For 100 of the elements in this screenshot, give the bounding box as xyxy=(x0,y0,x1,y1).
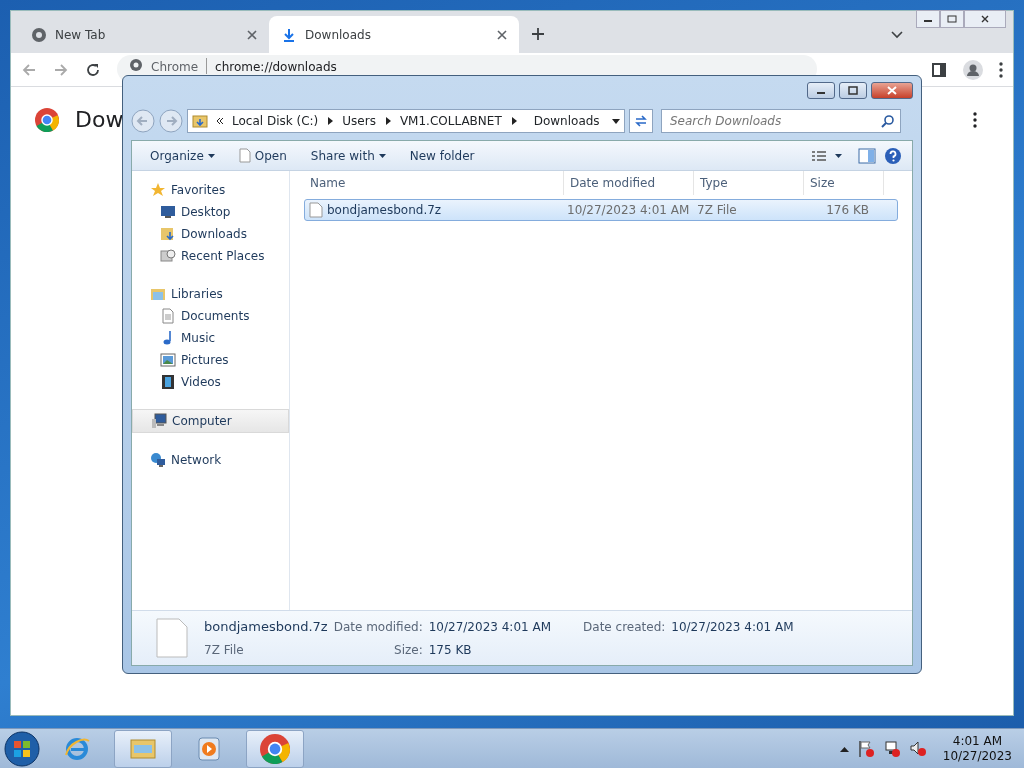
folder-icon xyxy=(192,114,208,128)
nav-item[interactable]: Videos xyxy=(132,371,289,393)
search-field[interactable]: Search Downloads xyxy=(661,109,901,133)
show-hidden-icons-icon[interactable] xyxy=(839,745,849,752)
side-panel-icon[interactable] xyxy=(931,61,947,78)
breadcrumb-link[interactable]: Local Disk (C:) xyxy=(232,112,319,130)
file-row[interactable]: bondjamesbond.7z 10/27/2023 4:01 AM 7Z File 176 KB xyxy=(304,199,898,221)
minimize-button[interactable] xyxy=(807,82,835,99)
file-type: 7Z File xyxy=(204,641,245,659)
refresh-button[interactable] xyxy=(629,109,653,133)
close-icon xyxy=(980,15,990,23)
refresh-icon xyxy=(634,114,648,128)
caret-icon xyxy=(207,153,215,158)
file-icon xyxy=(156,618,188,658)
film-icon xyxy=(160,374,176,390)
file-name: bondjamesbond.7z xyxy=(204,618,328,637)
toolbar-button[interactable]: Organize xyxy=(142,144,223,167)
breadcrumb-link[interactable]: VM1.COLLABNET xyxy=(399,112,502,130)
chrome-logo-icon xyxy=(35,107,59,132)
close-button[interactable] xyxy=(964,10,1006,28)
column-header[interactable]: Type xyxy=(694,171,804,195)
close-icon xyxy=(886,86,898,95)
file-type: 7Z File xyxy=(696,202,738,219)
nav-item[interactable]: Network xyxy=(132,449,289,471)
detail-label: Size: xyxy=(393,641,423,659)
search-icon xyxy=(881,114,895,128)
profile-icon[interactable] xyxy=(963,59,983,80)
browser-tab[interactable]: New Tab xyxy=(19,16,269,53)
network-icon xyxy=(150,452,166,468)
chrome-icon xyxy=(31,26,47,43)
toolbar-button[interactable]: Share with xyxy=(302,144,394,167)
media-player-icon xyxy=(195,734,223,763)
nav-item[interactable]: Downloads xyxy=(132,223,289,245)
column-header[interactable]: Name xyxy=(304,171,564,195)
separator-arrow-icon[interactable] xyxy=(509,117,518,125)
details-view-icon xyxy=(811,149,827,162)
chrome-logo-icon xyxy=(260,733,290,764)
caret-icon xyxy=(378,153,386,158)
separator-arrow-icon[interactable] xyxy=(326,117,335,125)
folder-icon xyxy=(150,286,166,302)
nav-item[interactable]: Desktop xyxy=(132,201,289,223)
detail-value: 10/27/2023 4:01 AM xyxy=(428,619,552,637)
maximize-icon xyxy=(847,86,859,95)
nav-item[interactable]: Music xyxy=(132,327,289,349)
chevron-down-icon[interactable] xyxy=(891,31,903,39)
star-icon xyxy=(150,182,166,198)
url-text: chrome://downloads xyxy=(215,59,337,76)
address-bar[interactable]: Local Disk (C:) Users VM1.COLLABNET Downloads xyxy=(187,109,625,133)
help-icon[interactable] xyxy=(884,146,902,165)
document-icon xyxy=(238,148,251,163)
clock[interactable]: 4:01 AM 10/27/2023 xyxy=(934,733,1020,764)
overflow-chevron-icon[interactable] xyxy=(216,117,224,125)
nav-item[interactable]: Libraries xyxy=(132,283,289,305)
chrome-icon xyxy=(129,58,143,72)
toolbar-button[interactable]: New folder xyxy=(401,144,483,167)
file-size: 176 KB xyxy=(825,202,870,219)
folder-icon xyxy=(160,226,176,242)
minimize-button[interactable] xyxy=(916,10,940,28)
nav-item[interactable]: Pictures xyxy=(132,349,289,371)
detail-label: Date modified: xyxy=(333,619,423,637)
page-heading: Dow xyxy=(75,106,124,134)
flag-icon[interactable] xyxy=(856,739,875,758)
browser-tab[interactable]: Downloads xyxy=(269,16,519,53)
detail-value: 10/27/2023 4:01 AM xyxy=(671,619,794,637)
nav-item[interactable]: Documents xyxy=(132,305,289,327)
close-icon[interactable] xyxy=(497,29,507,40)
nav-item[interactable]: Favorites xyxy=(132,179,289,201)
close-button[interactable] xyxy=(871,82,913,99)
new-tab-icon[interactable] xyxy=(531,27,545,41)
document-icon xyxy=(160,308,176,324)
separator-arrow-icon[interactable] xyxy=(383,117,392,125)
download-icon xyxy=(281,26,297,43)
nav-item[interactable]: Recent Places xyxy=(132,245,289,267)
more-icon[interactable] xyxy=(973,111,977,128)
restore-icon xyxy=(947,15,957,23)
file-name: bondjamesbond.7z xyxy=(327,202,442,219)
maximize-button[interactable] xyxy=(839,82,867,99)
column-header[interactable]: Date modified xyxy=(564,171,694,195)
file-date: 10/27/2023 4:01 AM xyxy=(566,202,691,219)
site-label: Chrome xyxy=(151,59,199,76)
detail-value: 175 KB xyxy=(428,641,473,659)
breadcrumb-link[interactable]: Users xyxy=(342,112,376,130)
more-icon[interactable] xyxy=(999,61,1003,78)
caret-icon xyxy=(835,153,842,158)
recent-places-icon xyxy=(160,248,176,264)
breadcrumb-link[interactable]: Downloads xyxy=(533,112,600,130)
volume-icon[interactable] xyxy=(908,739,927,758)
detail-label: Date created: xyxy=(583,619,666,637)
toolbar-button[interactable]: Open xyxy=(230,144,295,167)
nav-item[interactable]: Computer xyxy=(132,409,289,433)
close-icon[interactable] xyxy=(247,29,257,40)
network-status-icon[interactable] xyxy=(882,739,901,758)
column-header[interactable]: Size xyxy=(804,171,884,195)
reload-icon[interactable] xyxy=(85,61,101,78)
taskbar-button[interactable] xyxy=(246,729,304,768)
dropdown-arrow-icon[interactable] xyxy=(612,117,620,125)
desktop-icon xyxy=(160,204,176,220)
computer-icon xyxy=(151,413,167,429)
start-button-icon[interactable] xyxy=(4,730,40,767)
file-icon xyxy=(309,202,323,218)
